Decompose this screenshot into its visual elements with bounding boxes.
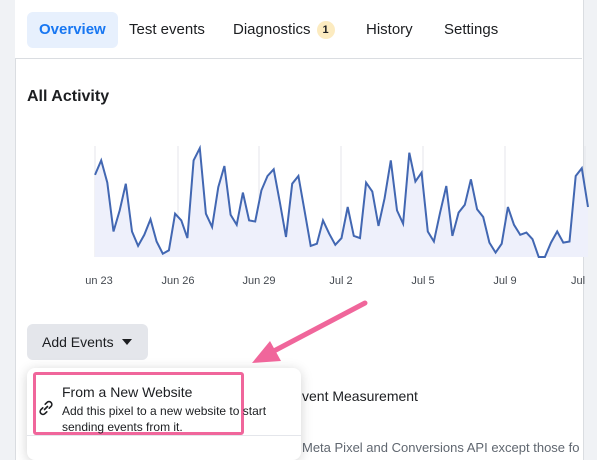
background-text: Meta Pixel and Conversions API except th…: [302, 440, 580, 455]
caret-down-icon: [122, 339, 132, 345]
activity-chart: un 23 Jun 26 Jun 29 Jul 2 Jul 5 Jul 9 Jul: [85, 144, 589, 287]
x-tick-label: Jun 29: [242, 275, 275, 287]
tab-overview[interactable]: Overview: [27, 12, 118, 48]
x-tick-label: un 23: [85, 275, 113, 287]
diagnostics-count-badge: 1: [316, 21, 335, 39]
add-events-label: Add Events: [42, 334, 114, 350]
x-tick-label: Jul 9: [493, 275, 516, 287]
tab-test-events[interactable]: Test events: [129, 12, 205, 48]
section-title: All Activity: [27, 88, 110, 105]
menu-item-description: Add this pixel to a new website to start…: [62, 404, 267, 434]
tab-diagnostics-label: Diagnostics: [233, 21, 311, 38]
background-heading: vent Measurement: [302, 388, 418, 404]
link-icon: [39, 400, 53, 416]
add-events-button[interactable]: Add Events: [27, 324, 148, 360]
x-tick-label: Jul 5: [411, 275, 434, 287]
x-tick-label: Jul 2: [329, 275, 352, 287]
dropdown-divider: [27, 435, 301, 436]
tab-settings[interactable]: Settings: [444, 12, 498, 48]
menu-item-title: From a New Website: [62, 384, 193, 400]
tab-diagnostics[interactable]: Diagnostics 1: [233, 12, 335, 48]
x-tick-label: Jun 26: [161, 275, 194, 287]
tab-history[interactable]: History: [366, 12, 413, 48]
x-tick-label: Jul: [571, 275, 585, 287]
